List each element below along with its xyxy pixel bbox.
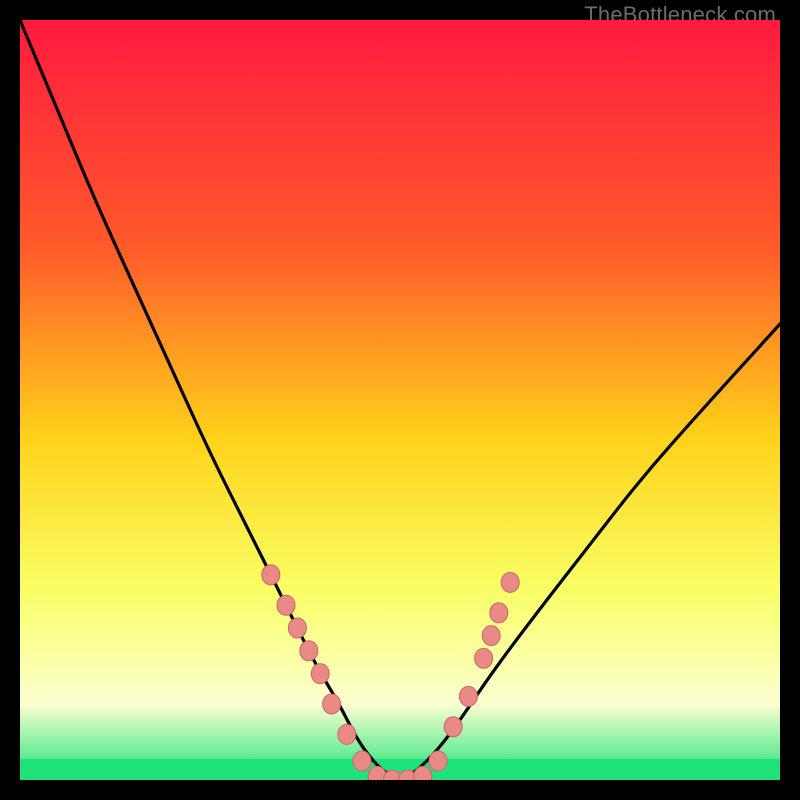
marker-dot bbox=[323, 694, 341, 714]
marker-dot bbox=[475, 648, 493, 668]
marker-dot bbox=[353, 751, 371, 771]
marker-dot bbox=[444, 717, 462, 737]
marker-dot bbox=[311, 664, 329, 684]
marker-dot bbox=[429, 751, 447, 771]
marker-dot bbox=[300, 641, 318, 661]
marker-dot bbox=[288, 618, 306, 638]
marker-dot bbox=[277, 595, 295, 615]
marker-dot bbox=[482, 626, 500, 646]
marker-dot bbox=[262, 565, 280, 585]
marker-dot bbox=[459, 686, 477, 706]
marker-dot bbox=[490, 603, 508, 623]
chart-frame bbox=[20, 20, 780, 780]
bottleneck-chart bbox=[20, 20, 780, 780]
marker-dot bbox=[338, 724, 356, 744]
gradient-background bbox=[20, 20, 780, 780]
marker-dot bbox=[501, 572, 519, 592]
